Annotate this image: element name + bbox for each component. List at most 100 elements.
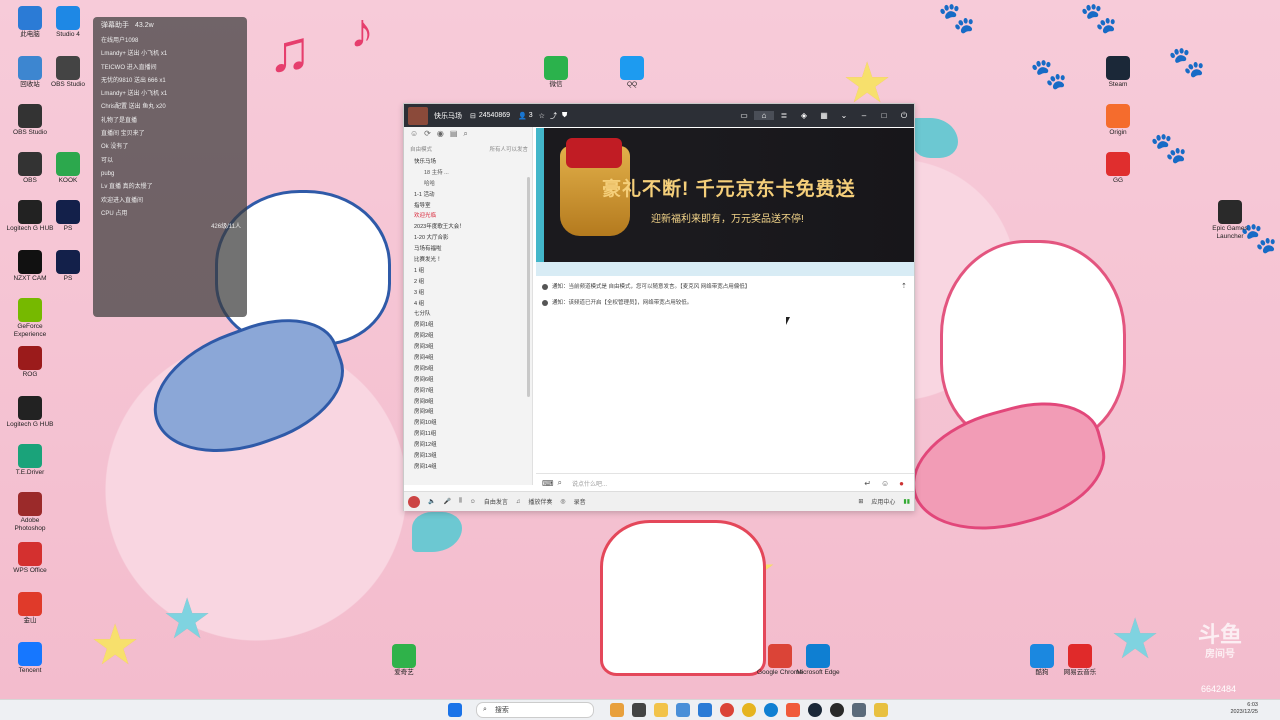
channel-item[interactable]: 七分队 xyxy=(404,309,532,320)
share-icon[interactable]: ⤴ xyxy=(550,111,557,121)
tb-app-icon[interactable] xyxy=(610,703,624,717)
speaker-icon[interactable]: 🔈 xyxy=(428,498,435,505)
channel-item[interactable]: 房间12组 xyxy=(404,440,532,451)
tb-app-icon[interactable] xyxy=(852,703,866,717)
record-button[interactable]: 录音 xyxy=(574,497,586,506)
tb-app-icon[interactable] xyxy=(698,703,712,717)
channel-item[interactable]: 1-1 活动 xyxy=(404,190,532,201)
refresh-icon[interactable]: ⟳ xyxy=(424,129,431,143)
channel-scrollbar[interactable] xyxy=(527,177,530,397)
edge-icon[interactable] xyxy=(764,703,778,717)
channel-item[interactable]: 房间5组 xyxy=(404,364,532,375)
maximize-icon[interactable]: □ xyxy=(874,111,894,120)
mic-avatar[interactable] xyxy=(408,495,420,508)
desktop-icon[interactable]: QQ xyxy=(608,56,656,89)
channel-item[interactable]: 快乐马场 xyxy=(404,157,532,168)
tb-app-icon[interactable] xyxy=(676,703,690,717)
channel-list-pane[interactable]: ☺ ⟳ ◉ ▤ ⌕ 自由模式 所有人可以发言 快乐马场 18 主持 ... 哈哈 1-… xyxy=(404,127,533,485)
desktop-icon[interactable]: 网易云音乐 xyxy=(1056,644,1104,677)
shield-icon[interactable]: ⛊ xyxy=(562,112,567,120)
danmaku-overlay[interactable]: 弹幕助手 43.2w 在线用户1098 Lmandy+ 送出 小飞机 x1 TEIC… xyxy=(93,17,247,317)
desktop-icon[interactable]: Microsoft Edge xyxy=(794,644,842,677)
menu-icon[interactable]: ≣ xyxy=(774,111,794,120)
mic-icon[interactable]: 🎤 xyxy=(443,498,450,505)
gift-icon[interactable]: ● xyxy=(899,479,904,488)
collapse-icon[interactable]: ⌄ xyxy=(834,111,854,120)
tb-app-icon[interactable] xyxy=(874,703,888,717)
home-icon[interactable]: ⌂ xyxy=(754,111,774,120)
desktop-icon[interactable]: Tencent xyxy=(6,642,54,675)
desktop-icon[interactable]: OBS Studio xyxy=(6,104,54,137)
channel-item[interactable]: 房间9组 xyxy=(404,407,532,418)
emoji-icon[interactable]: ⌨ xyxy=(542,479,554,488)
screen-icon[interactable]: ▭ xyxy=(734,111,754,120)
channel-item[interactable]: 房间2组 xyxy=(404,331,532,342)
channel-item[interactable]: 房间4组 xyxy=(404,353,532,364)
channel-item[interactable]: 房间13组 xyxy=(404,451,532,462)
free-speak-button[interactable]: 自由发言 xyxy=(484,497,508,506)
chrome-icon[interactable] xyxy=(720,703,734,717)
minimize-icon[interactable]: – xyxy=(854,111,874,120)
desktop-icon[interactable]: KOOK xyxy=(44,152,92,185)
desktop-icon[interactable]: OBS Studio xyxy=(44,56,92,89)
desktop-icon[interactable]: Adobe Photoshop xyxy=(6,492,54,533)
channel-item[interactable]: 1-20 大厅合影 xyxy=(404,233,532,244)
desktop-icon[interactable]: ROG xyxy=(6,346,54,379)
folder-icon[interactable] xyxy=(654,703,668,717)
desktop-icon[interactable]: Steam xyxy=(1094,56,1142,89)
channel-item[interactable]: 指导室 xyxy=(404,201,532,212)
channel-item[interactable]: 房间14组 xyxy=(404,462,532,473)
steam-icon[interactable] xyxy=(830,703,844,717)
channel-item[interactable]: 房间10组 xyxy=(404,418,532,429)
location-icon[interactable]: ◉ xyxy=(437,129,444,143)
channel-item[interactable]: 2023年度歌王大会！ xyxy=(404,222,532,233)
desktop-icon[interactable]: PS xyxy=(44,200,92,233)
channel-item[interactable]: 1 组 xyxy=(404,266,532,277)
channel-item[interactable]: 房间6组 xyxy=(404,375,532,386)
channel-item[interactable]: 18 主持 ... xyxy=(404,168,532,179)
send-icon[interactable]: ↵ xyxy=(864,479,871,488)
desktop-icon[interactable]: WPS Office xyxy=(6,542,54,575)
levels-icon[interactable]: ⫼ xyxy=(459,498,462,505)
channel-item[interactable]: 欢迎光临 xyxy=(404,211,532,222)
desktop-icon[interactable]: Epic Games Launcher xyxy=(1206,200,1254,241)
desktop-icon[interactable]: Logitech G HUB xyxy=(6,396,54,429)
channel-item[interactable]: 马场有福啦 xyxy=(404,244,532,255)
desktop-icon[interactable]: PS xyxy=(44,250,92,283)
tb-app-icon[interactable] xyxy=(742,703,756,717)
channel-item[interactable]: 4 组 xyxy=(404,299,532,310)
channel-item[interactable]: 房间11组 xyxy=(404,429,532,440)
channel-item[interactable]: 房间3组 xyxy=(404,342,532,353)
chat-input[interactable]: 说点什么吧... xyxy=(572,479,864,488)
pin-icon[interactable]: ⇡ xyxy=(901,282,907,290)
tb-app-icon[interactable] xyxy=(808,703,822,717)
game-icon[interactable]: ◈ xyxy=(794,111,814,120)
channel-item[interactable]: 2 组 xyxy=(404,277,532,288)
more-icon[interactable]: ☺ xyxy=(881,479,889,488)
music-button[interactable]: 播放伴奏 xyxy=(528,497,552,506)
list-icon[interactable]: ▤ xyxy=(450,129,458,143)
favorite-icon[interactable]: ☆ xyxy=(539,112,545,120)
desktop-icon[interactable]: GeForce Experience xyxy=(6,298,54,339)
promo-banner[interactable]: 豪礼不断! 千元京东卡免费送 迎新福利来即有，万元奖品送不停! xyxy=(536,128,914,262)
tb-app-icon[interactable] xyxy=(786,703,800,717)
yy-voice-window[interactable]: 快乐马场 ⊟ 24540869 👤 3 ☆ ⤴ ⛊ ▭ ⌂ ≣ ◈ ▦ ⌄ – … xyxy=(403,103,915,511)
desktop-icon[interactable]: GG xyxy=(1094,152,1142,185)
tb-app-icon[interactable] xyxy=(632,703,646,717)
desktop-icon[interactable]: T.E.Driver xyxy=(6,444,54,477)
apps-button[interactable]: 应用中心 xyxy=(871,497,895,506)
search-icon[interactable]: ⌕ xyxy=(463,129,467,143)
desktop-icon[interactable]: Origin xyxy=(1094,104,1142,137)
system-clock[interactable]: 6:03 2023/12/25 xyxy=(1230,702,1258,716)
skin-icon[interactable]: ▦ xyxy=(814,111,834,120)
channel-item[interactable]: 房间7组 xyxy=(404,386,532,397)
desktop-icon[interactable]: 金山 xyxy=(6,592,54,625)
channel-item[interactable]: 房间8组 xyxy=(404,397,532,408)
close-icon[interactable]: ⏻ xyxy=(894,111,914,121)
user-icon[interactable]: ☺ xyxy=(410,129,418,143)
channel-item[interactable]: 比赛发光 ！ xyxy=(404,255,532,266)
search-icon[interactable]: ⌕ xyxy=(558,478,562,488)
channel-item[interactable]: 哈哈 xyxy=(404,179,532,190)
desktop-icon[interactable]: 爱奇艺 xyxy=(380,644,428,677)
channel-item[interactable]: 3 组 xyxy=(404,288,532,299)
